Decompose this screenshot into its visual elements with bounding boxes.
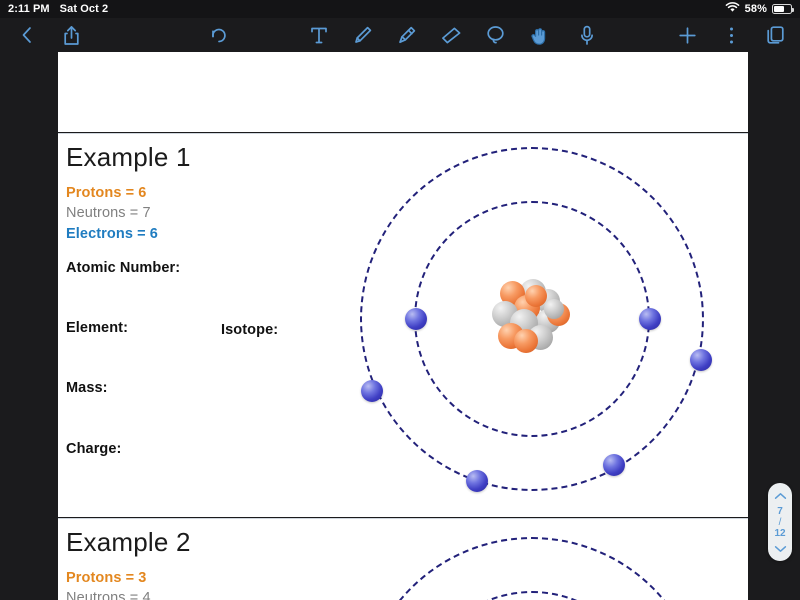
example-1-title: Example 1 — [66, 142, 191, 173]
undo-icon — [210, 27, 229, 43]
more-options-icon — [729, 26, 734, 45]
highlighter-tool-icon — [397, 25, 417, 46]
example-2-protons: Protons = 3 — [66, 570, 146, 586]
mass-label: Mass: — [66, 380, 108, 396]
page-example-2: Example 2 Protons = 3 Neutrons = 4 — [58, 518, 748, 600]
pen-tool-icon — [353, 25, 373, 46]
chevron-left-icon — [20, 25, 34, 45]
toolbar-right-group — [674, 22, 788, 48]
status-bar-right: 58% — [725, 2, 800, 16]
plus-icon — [678, 26, 697, 45]
more-options-button[interactable] — [718, 22, 744, 48]
share-icon — [63, 25, 80, 46]
add-page-button[interactable] — [674, 22, 700, 48]
status-bar-date: Sat Oct 2 — [60, 3, 109, 15]
status-bar-time: 2:11 PM — [8, 3, 50, 15]
electron-inner-left — [405, 308, 427, 330]
toolbar-left-group — [0, 22, 232, 48]
element-label: Element: — [66, 320, 128, 336]
example-2-neutrons: Neutrons = 4 — [66, 590, 151, 600]
atomic-number-label: Atomic Number: — [66, 260, 180, 276]
page-navigator[interactable]: 7 / 12 — [768, 483, 792, 561]
electron-outer-right — [690, 349, 712, 371]
nucleus-cluster — [492, 279, 572, 359]
hand-tool-icon — [529, 25, 549, 46]
battery-percent-label: 58% — [745, 3, 767, 15]
pages-icon — [766, 25, 785, 45]
document-scroll-area[interactable]: Example 1 Protons = 6 Neutrons = 7 Elect… — [0, 52, 800, 600]
atom-diagram-example-2 — [326, 519, 746, 600]
example-2-title: Example 2 — [66, 527, 191, 558]
notability-app-window: 2:11 PM Sat Oct 2 58% — [0, 0, 800, 600]
isotope-label: Isotope: — [221, 322, 278, 338]
wifi-icon — [725, 2, 740, 16]
pen-tool-button[interactable] — [350, 22, 376, 48]
back-button[interactable] — [14, 22, 40, 48]
electron-outer-left — [361, 380, 383, 402]
undo-button[interactable] — [206, 22, 232, 48]
eraser-tool-icon — [441, 26, 462, 45]
highlighter-tool-button[interactable] — [394, 22, 420, 48]
example-1-electrons: Electrons = 6 — [66, 226, 158, 242]
page-separator: / — [779, 518, 782, 527]
text-tool-button[interactable] — [306, 22, 332, 48]
current-page-number: 7 — [777, 506, 783, 517]
ios-status-bar: 2:11 PM Sat Oct 2 58% — [0, 0, 800, 18]
eraser-tool-button[interactable] — [438, 22, 464, 48]
pages-button[interactable] — [762, 22, 788, 48]
toolbar-mic-group — [574, 22, 600, 48]
example-1-neutrons: Neutrons = 7 — [66, 205, 151, 221]
electron-outer-bottom-left — [466, 470, 488, 492]
electron-outer-bottom-right — [603, 454, 625, 476]
page-example-1: Example 1 Protons = 6 Neutrons = 7 Elect… — [58, 133, 748, 517]
chevron-down-icon[interactable] — [774, 540, 787, 558]
atom-diagram-example-1 — [326, 129, 746, 509]
page-blank-top — [58, 52, 748, 132]
example-1-protons: Protons = 6 — [66, 185, 146, 201]
status-bar-left: 2:11 PM Sat Oct 2 — [0, 3, 108, 15]
microphone-icon — [580, 25, 594, 46]
charge-label: Charge: — [66, 441, 122, 457]
electron-inner-right — [639, 308, 661, 330]
chevron-up-icon[interactable] — [774, 487, 787, 505]
lasso-tool-icon — [486, 25, 505, 45]
toolbar-tools-group — [306, 22, 552, 48]
total-page-count: 12 — [774, 528, 785, 539]
share-button[interactable] — [58, 22, 84, 48]
battery-icon — [772, 4, 792, 14]
text-tool-icon — [310, 26, 328, 45]
microphone-button[interactable] — [574, 22, 600, 48]
main-toolbar — [0, 18, 800, 52]
lasso-tool-button[interactable] — [482, 22, 508, 48]
hand-tool-button[interactable] — [526, 22, 552, 48]
